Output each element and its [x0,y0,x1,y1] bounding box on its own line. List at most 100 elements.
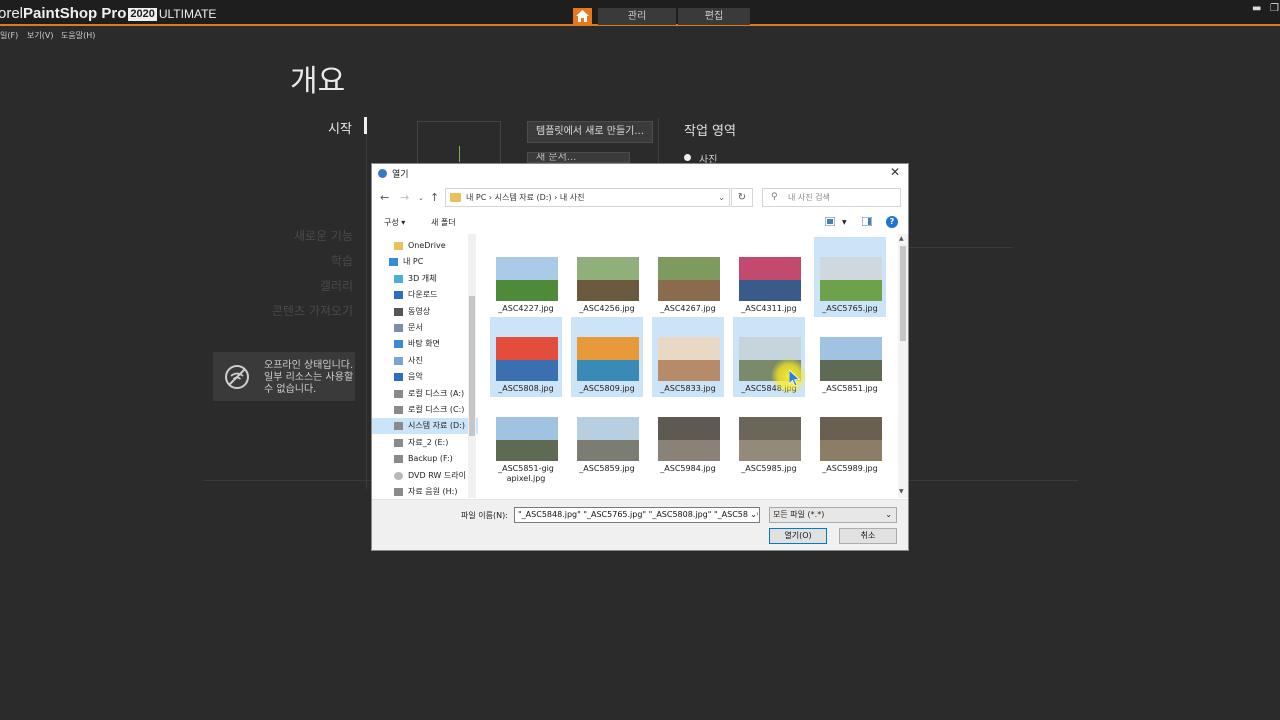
breadcrumb: 내 PC › 시스템 자료 (D:) › 내 사진 [466,189,585,206]
breadcrumb-my-pictures[interactable]: 내 사진 [560,193,585,202]
file-item[interactable]: _ASC5985.jpg [733,397,805,477]
tree-item-label: 동영상 [408,306,431,316]
file-item[interactable]: _ASC5851.jpg [814,317,886,397]
file-item[interactable]: _ASC5984.jpg [652,397,724,477]
workspace-radio[interactable] [684,154,691,161]
file-item[interactable]: _ASC5833.jpg [652,317,724,397]
cancel-button[interactable]: 취소 [839,528,897,544]
preview-pane-icon[interactable] [862,217,872,226]
search-input[interactable]: ⚲ 내 사진 검색 [762,188,901,207]
file-item[interactable]: _ASC4256.jpg [571,237,643,317]
minimize-icon[interactable]: ▬ [1252,3,1261,14]
photo-thumbnail [820,337,882,381]
organize-button[interactable]: 구성 ▾ [384,217,405,228]
menu-bar: 일(F) 보기(V) 도움말(H) [0,28,1280,42]
menu-file[interactable]: 일(F) [0,30,18,41]
tree-item[interactable]: 다운로드 [372,287,478,303]
photo-thumbnail [658,257,720,301]
nav-start[interactable]: 시작 [328,118,352,137]
brand-edition: ULTIMATE [158,7,217,21]
tree-item[interactable]: DVD RW 드라이 [372,468,478,484]
photo-thumbnail [820,257,882,301]
back-arrow-icon[interactable]: ← [380,191,389,204]
tree-item[interactable]: 사진 [372,353,478,369]
nav-whats-new[interactable]: 새로운 기능 [153,227,353,244]
filename-dropdown-icon[interactable]: ⌄ [748,508,757,522]
up-arrow-icon[interactable]: ↑ [430,191,439,204]
view-dropdown-icon[interactable]: ▼ [842,219,847,226]
filename-input[interactable]: "_ASC5848.jpg" "_ASC5765.jpg" "_ASC5808.… [514,507,760,523]
tree-item[interactable]: 바탕 화면 [372,336,478,352]
page-title: 개요 [290,64,346,99]
file-name: _ASC5859.jpg [579,464,635,473]
drive-icon [394,406,403,414]
tree-item[interactable]: 동영상 [372,304,478,320]
file-scroll-thumb[interactable] [900,246,906,341]
open-button[interactable]: 열기(O) [769,528,827,544]
tree-item[interactable]: 내 PC [372,254,478,270]
tree-item[interactable]: 로컬 디스크 (A:) [372,386,478,402]
brand-prefix: orel [0,5,24,22]
home-tab-button[interactable] [573,8,592,25]
tab-manage[interactable]: 관리 [598,8,676,25]
file-name: _ASC5809.jpg [579,384,635,393]
refresh-button[interactable]: ↻ [731,188,753,207]
tree-scrollbar[interactable] [468,234,476,498]
forward-arrow-icon[interactable]: → [400,191,409,204]
file-item[interactable]: _ASC5851-gigapixel.jpg [490,397,562,483]
tree-item[interactable]: 음악 [372,369,478,385]
new-image-thumbnail[interactable] [417,121,501,165]
new-document-button[interactable]: 새 문서... [527,152,630,163]
file-item[interactable]: _ASC5989.jpg [814,397,886,477]
photo-thumbnail [739,417,801,461]
file-name: _ASC4311.jpg [741,304,797,313]
file-item[interactable]: _ASC4267.jpg [652,237,724,317]
offline-icon [225,365,249,389]
nav-learn[interactable]: 학습 [153,252,353,269]
photo-thumbnail [577,417,639,461]
tab-edit[interactable]: 편집 [678,8,750,25]
new-folder-button[interactable]: 새 폴더 [431,217,456,228]
photo-thumbnail [658,417,720,461]
breadcrumb-this-pc[interactable]: 내 PC [466,193,486,202]
address-bar[interactable]: 내 PC › 시스템 자료 (D:) › 내 사진 ⌄ [445,188,730,207]
restore-icon[interactable]: ❐ [1270,3,1279,14]
new-from-template-button[interactable]: 템플릿에서 새로 만들기... [527,121,653,143]
scroll-down-icon[interactable]: ▼ [899,488,904,495]
filename-label: 파일 이름(N): [461,511,508,520]
file-item[interactable]: _ASC5808.jpg [490,317,562,397]
tree-item[interactable]: 자료_2 (E:) [372,435,478,451]
recent-locations-chevron-icon[interactable]: ⌄ [418,194,424,202]
navigation-tree: OneDrive 내 PC 3D 개체 다운로드 동영상 문서 바탕 화면 사진 음악 로컬 디스… [372,234,478,498]
tree-item[interactable]: 자료 음원 (H:) [372,484,478,498]
tree-scroll-thumb[interactable] [469,296,475,436]
help-icon[interactable]: ? [886,216,898,228]
tree-item[interactable]: Backup (F:) [372,451,478,467]
close-icon[interactable]: ✕ [890,165,900,179]
tree-item[interactable]: OneDrive [372,238,478,254]
tree-item[interactable]: 문서 [372,320,478,336]
file-item[interactable]: _ASC5809.jpg [571,317,643,397]
filetype-select[interactable]: 모든 파일 (*.*) ⌄ [769,507,897,523]
navigation-row: ← → ⌄ ↑ 내 PC › 시스템 자료 (D:) › 내 사진 ⌄ ↻ ⚲ … [372,188,908,208]
file-scrollbar[interactable]: ▲ ▼ [898,234,908,498]
breadcrumb-drive-d[interactable]: 시스템 자료 (D:) [495,193,552,202]
menu-help[interactable]: 도움말(H) [61,30,95,41]
thumbnail-marker [459,146,460,162]
tree-item[interactable]: 3D 개체 [372,271,478,287]
address-dropdown-icon[interactable]: ⌄ [718,189,725,206]
filename-value: "_ASC5848.jpg" "_ASC5765.jpg" "_ASC5808.… [518,510,760,519]
file-item[interactable]: _ASC5765.jpg [814,237,886,317]
tree-item[interactable]: 로컬 디스크 (C:) [372,402,478,418]
nav-get-content[interactable]: 콘텐츠 가져오기 [153,302,353,319]
file-name: _ASC5851-gigapixel.jpg [498,464,554,483]
menu-view[interactable]: 보기(V) [27,30,53,41]
file-item[interactable]: _ASC5859.jpg [571,397,643,477]
file-item[interactable]: _ASC4311.jpg [733,237,805,317]
view-options-icon[interactable] [825,217,835,226]
file-item[interactable]: _ASC4227.jpg [490,237,562,317]
dialog-title-bar: 열기 [378,167,409,180]
nav-gallery[interactable]: 갤러리 [153,277,353,294]
tree-item[interactable]: 시스템 자료 (D:) [372,418,478,435]
scroll-up-icon[interactable]: ▲ [899,235,904,242]
